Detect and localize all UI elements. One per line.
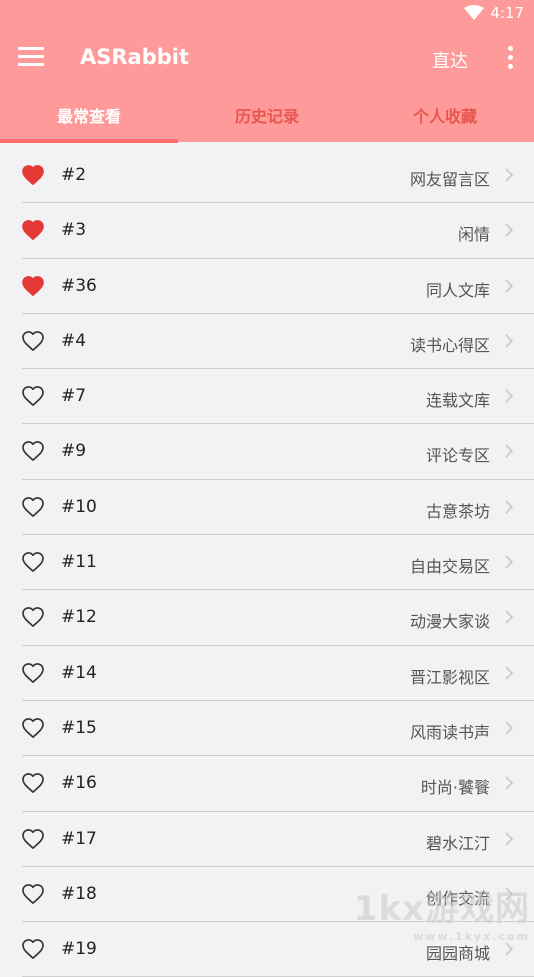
forum-name: 同人文库 [425,280,490,300]
watermark: 1kx游戏网 www.1kyx.com [353,889,530,943]
thread-number: #17 [61,828,97,849]
tab-favorites[interactable]: 个人收藏 [356,88,534,142]
thread-number: #16 [61,773,97,794]
thread-number: #36 [61,275,97,296]
menu-button[interactable] [18,47,44,69]
list-item[interactable]: #36 同人文库 [0,259,534,314]
heart-outline-icon[interactable] [22,662,44,683]
status-bar: 4:17 [0,0,534,30]
tab-history[interactable]: 历史记录 [178,88,356,142]
chevron-right-icon [505,223,514,237]
forum-name: 园园商城 [425,944,490,964]
thread-number: #15 [61,717,97,738]
chevron-right-icon [505,721,514,735]
chevron-right-icon [505,831,514,846]
forum-name: 网友留言区 [409,170,490,189]
list-item[interactable]: #3 闲情 [0,203,534,259]
list-item[interactable]: #4 读书心得区 [0,314,534,370]
chevron-right-icon [505,776,514,790]
chevron-right-icon [505,610,514,624]
list-item[interactable]: #11 自由交易区 [0,535,534,591]
thread-number: #9 [61,441,87,462]
forum-name: 自由交易区 [409,557,490,577]
wifi-icon [464,5,485,20]
chevron-right-icon [505,666,514,680]
heart-outline-icon[interactable] [22,330,44,351]
forum-name: 评论专区 [425,446,490,466]
chevron-right-icon [505,389,514,403]
more-vert-icon [507,46,513,51]
heart-outline-icon[interactable] [22,883,44,904]
thread-number: #18 [61,883,97,904]
heart-filled-icon[interactable] [22,165,44,185]
forum-name: 风雨读书声 [409,722,490,742]
list-item[interactable]: #10 古意茶坊 [0,480,534,536]
forum-list: #2 网友留言区 #3 闲情 #36 同人文库 #4 读书心得区 #7 连载文库 #9 评论专区 #10… [0,148,534,977]
forum-name: 碧水江汀 [425,833,490,853]
thread-number: #4 [61,330,87,351]
list-item[interactable]: #2 网友留言区 [0,148,534,204]
forum-name: 晋江影视区 [409,667,490,687]
chevron-right-icon [505,500,514,514]
chevron-right-icon [505,444,514,459]
menu-icon [18,47,44,50]
app-bar: ASRabbit 直达 [0,30,534,88]
thread-number: #10 [61,496,97,517]
heart-outline-icon[interactable] [22,773,44,794]
more-options-button[interactable] [500,46,520,72]
heart-outline-icon[interactable] [22,607,44,628]
thread-number: #3 [61,220,87,241]
heart-outline-icon[interactable] [22,496,44,517]
forum-name: 读书心得区 [409,335,490,355]
chevron-right-icon [505,279,514,293]
thread-number: #19 [61,939,97,960]
forum-name: 动漫大家谈 [409,612,490,632]
thread-number: #12 [61,607,97,628]
forum-name: 闲情 [457,225,490,245]
heart-outline-icon[interactable] [22,718,44,738]
list-item[interactable]: #17 碧水江汀 [0,812,534,867]
thread-number: #7 [61,386,87,407]
tab-indicator [0,139,178,143]
heart-outline-icon[interactable] [22,552,44,572]
heart-outline-icon[interactable] [22,828,44,849]
chevron-right-icon [505,555,514,569]
chevron-right-icon [505,942,514,956]
list-item[interactable]: #16 时尚·饕餮 [0,756,534,812]
status-time: 4:17 [490,4,524,22]
direct-button[interactable]: 直达 [432,47,468,73]
heart-filled-icon[interactable] [22,275,44,296]
list-item[interactable]: #9 评论专区 [0,424,534,480]
chevron-right-icon [505,334,514,348]
thread-number: #14 [61,662,97,683]
list-item[interactable]: #15 风雨读书声 [0,701,534,757]
thread-number: #2 [61,165,87,185]
tab-most-viewed[interactable]: 最常查看 [0,88,178,142]
list-item[interactable]: #12 动漫大家谈 [0,590,534,646]
forum-name: 古意茶坊 [425,501,490,521]
list-item[interactable]: #7 连载文库 [0,369,534,425]
app-title: ASRabbit [80,45,190,69]
thread-number: #11 [61,552,97,573]
forum-name: 连载文库 [425,391,490,411]
tab-bar: 最常查看 历史记录 个人收藏 [0,88,534,142]
forum-name: 时尚·饕餮 [420,778,490,798]
heart-filled-icon[interactable] [22,220,44,241]
heart-outline-icon[interactable] [22,386,44,407]
chevron-right-icon [505,168,514,182]
list-item[interactable]: #14 晋江影视区 [0,646,534,701]
heart-outline-icon[interactable] [22,441,44,462]
heart-outline-icon[interactable] [22,939,44,960]
